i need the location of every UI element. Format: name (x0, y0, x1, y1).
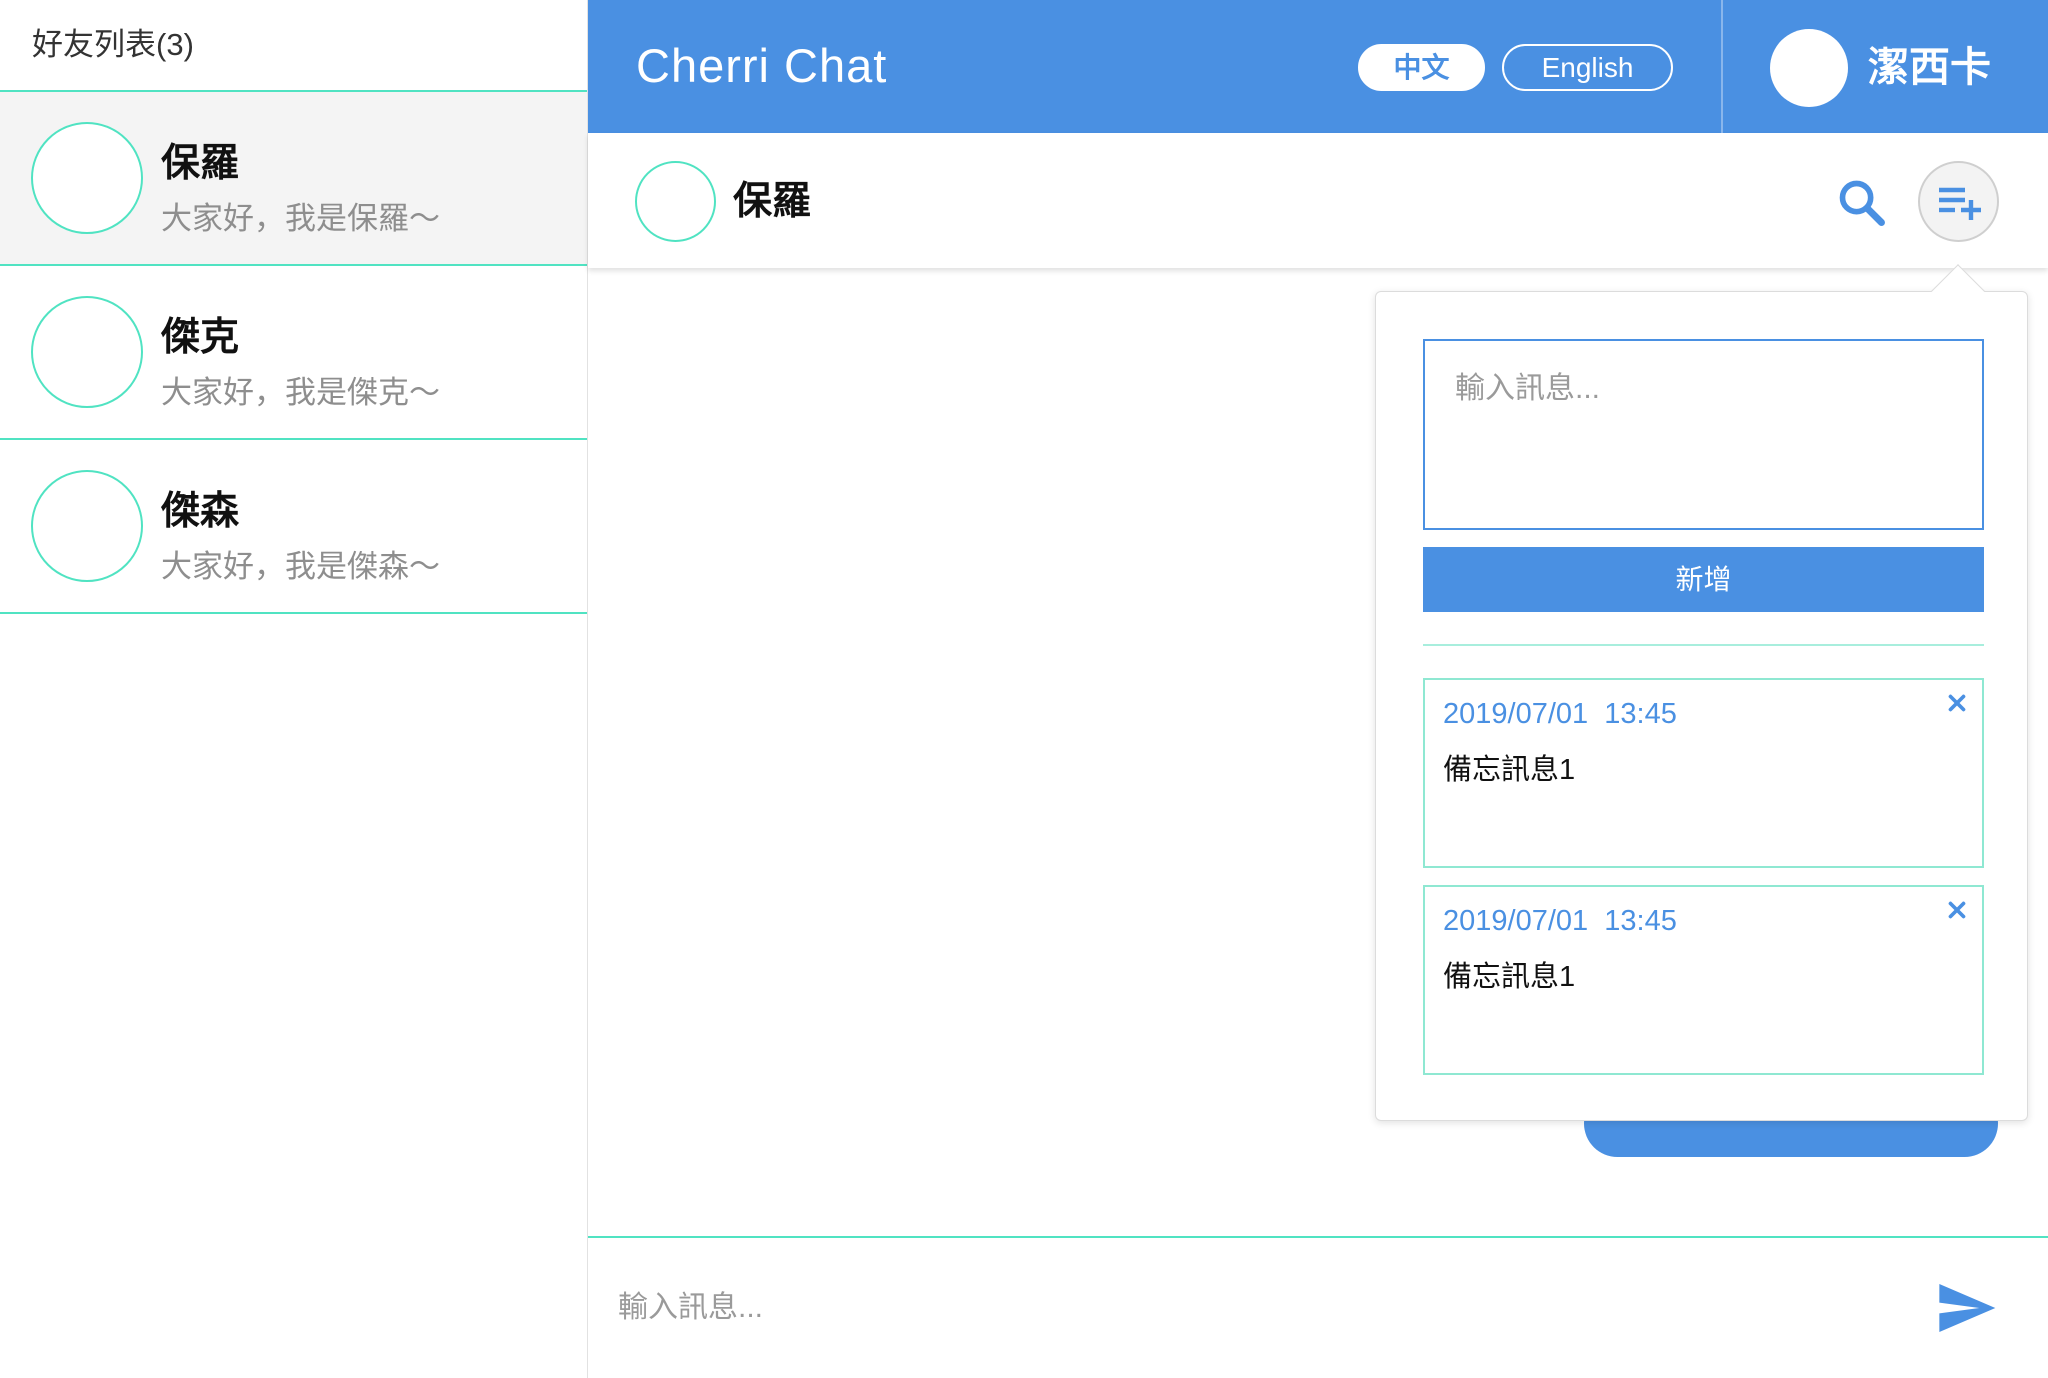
user-avatar[interactable] (1770, 29, 1848, 107)
friend-item-jack[interactable]: 傑克 大家好，我是傑克～ (0, 266, 587, 440)
playlist-add-icon (1938, 187, 1981, 220)
language-chinese-button[interactable]: 中文 (1358, 44, 1485, 91)
language-english-button[interactable]: English (1502, 44, 1673, 91)
header-divider (1721, 0, 1723, 133)
search-button[interactable] (1836, 177, 1888, 229)
memo-delete-button[interactable] (1944, 690, 1970, 716)
memo-text: 備忘訊息1 (1443, 961, 1576, 993)
friend-status: 大家好，我是保羅～ (161, 201, 440, 236)
user-name: 潔西卡 (1868, 44, 1991, 90)
friend-item-paul[interactable]: 保羅 大家好，我是保羅～ (0, 92, 587, 266)
avatar (31, 122, 143, 234)
close-icon (1948, 694, 1966, 712)
friend-name: 傑克 (161, 316, 240, 359)
friend-item-jason[interactable]: 傑森 大家好，我是傑森～ (0, 440, 587, 614)
friend-status: 大家好，我是傑森～ (161, 549, 440, 584)
search-icon (1839, 180, 1885, 226)
memo-add-button[interactable] (1918, 161, 1999, 242)
message-input[interactable] (618, 1286, 1898, 1330)
memo-timestamp: 2019/07/01 13:45 (1443, 905, 1677, 937)
close-icon (1948, 901, 1966, 919)
friend-name: 保羅 (161, 142, 240, 185)
friend-list-sidebar: 好友列表(3) 保羅 大家好，我是保羅～ 傑克 大家好，我是傑克～ 傑森 大家好… (0, 0, 588, 1378)
memo-add-submit-button[interactable]: 新增 (1423, 547, 1984, 612)
memo-divider (1423, 644, 1984, 646)
friend-status: 大家好，我是傑克～ (161, 375, 440, 410)
memo-delete-button[interactable] (1944, 897, 1970, 923)
friend-name: 傑森 (161, 490, 240, 533)
memo-text: 備忘訊息1 (1443, 754, 1576, 786)
friend-list-title: 好友列表(3) (0, 0, 587, 92)
send-icon (1939, 1284, 1996, 1332)
memo-input[interactable] (1423, 339, 1984, 530)
send-button[interactable] (1934, 1276, 1998, 1340)
message-composer (588, 1236, 2048, 1378)
app-header: Cherri Chat 中文 English 潔西卡 (588, 0, 2048, 133)
memo-card: 2019/07/01 13:45 備忘訊息1 (1423, 678, 1984, 868)
memo-card: 2019/07/01 13:45 備忘訊息1 (1423, 885, 1984, 1075)
avatar (31, 470, 143, 582)
avatar (31, 296, 143, 408)
memo-popover: 新增 2019/07/01 13:45 備忘訊息1 2019/07/01 13:… (1375, 264, 2028, 1121)
contact-avatar (635, 161, 716, 242)
chat-header: 保羅 (588, 133, 2048, 268)
contact-name: 保羅 (733, 180, 812, 223)
app-title: Cherri Chat (636, 39, 888, 92)
memo-timestamp: 2019/07/01 13:45 (1443, 698, 1677, 730)
